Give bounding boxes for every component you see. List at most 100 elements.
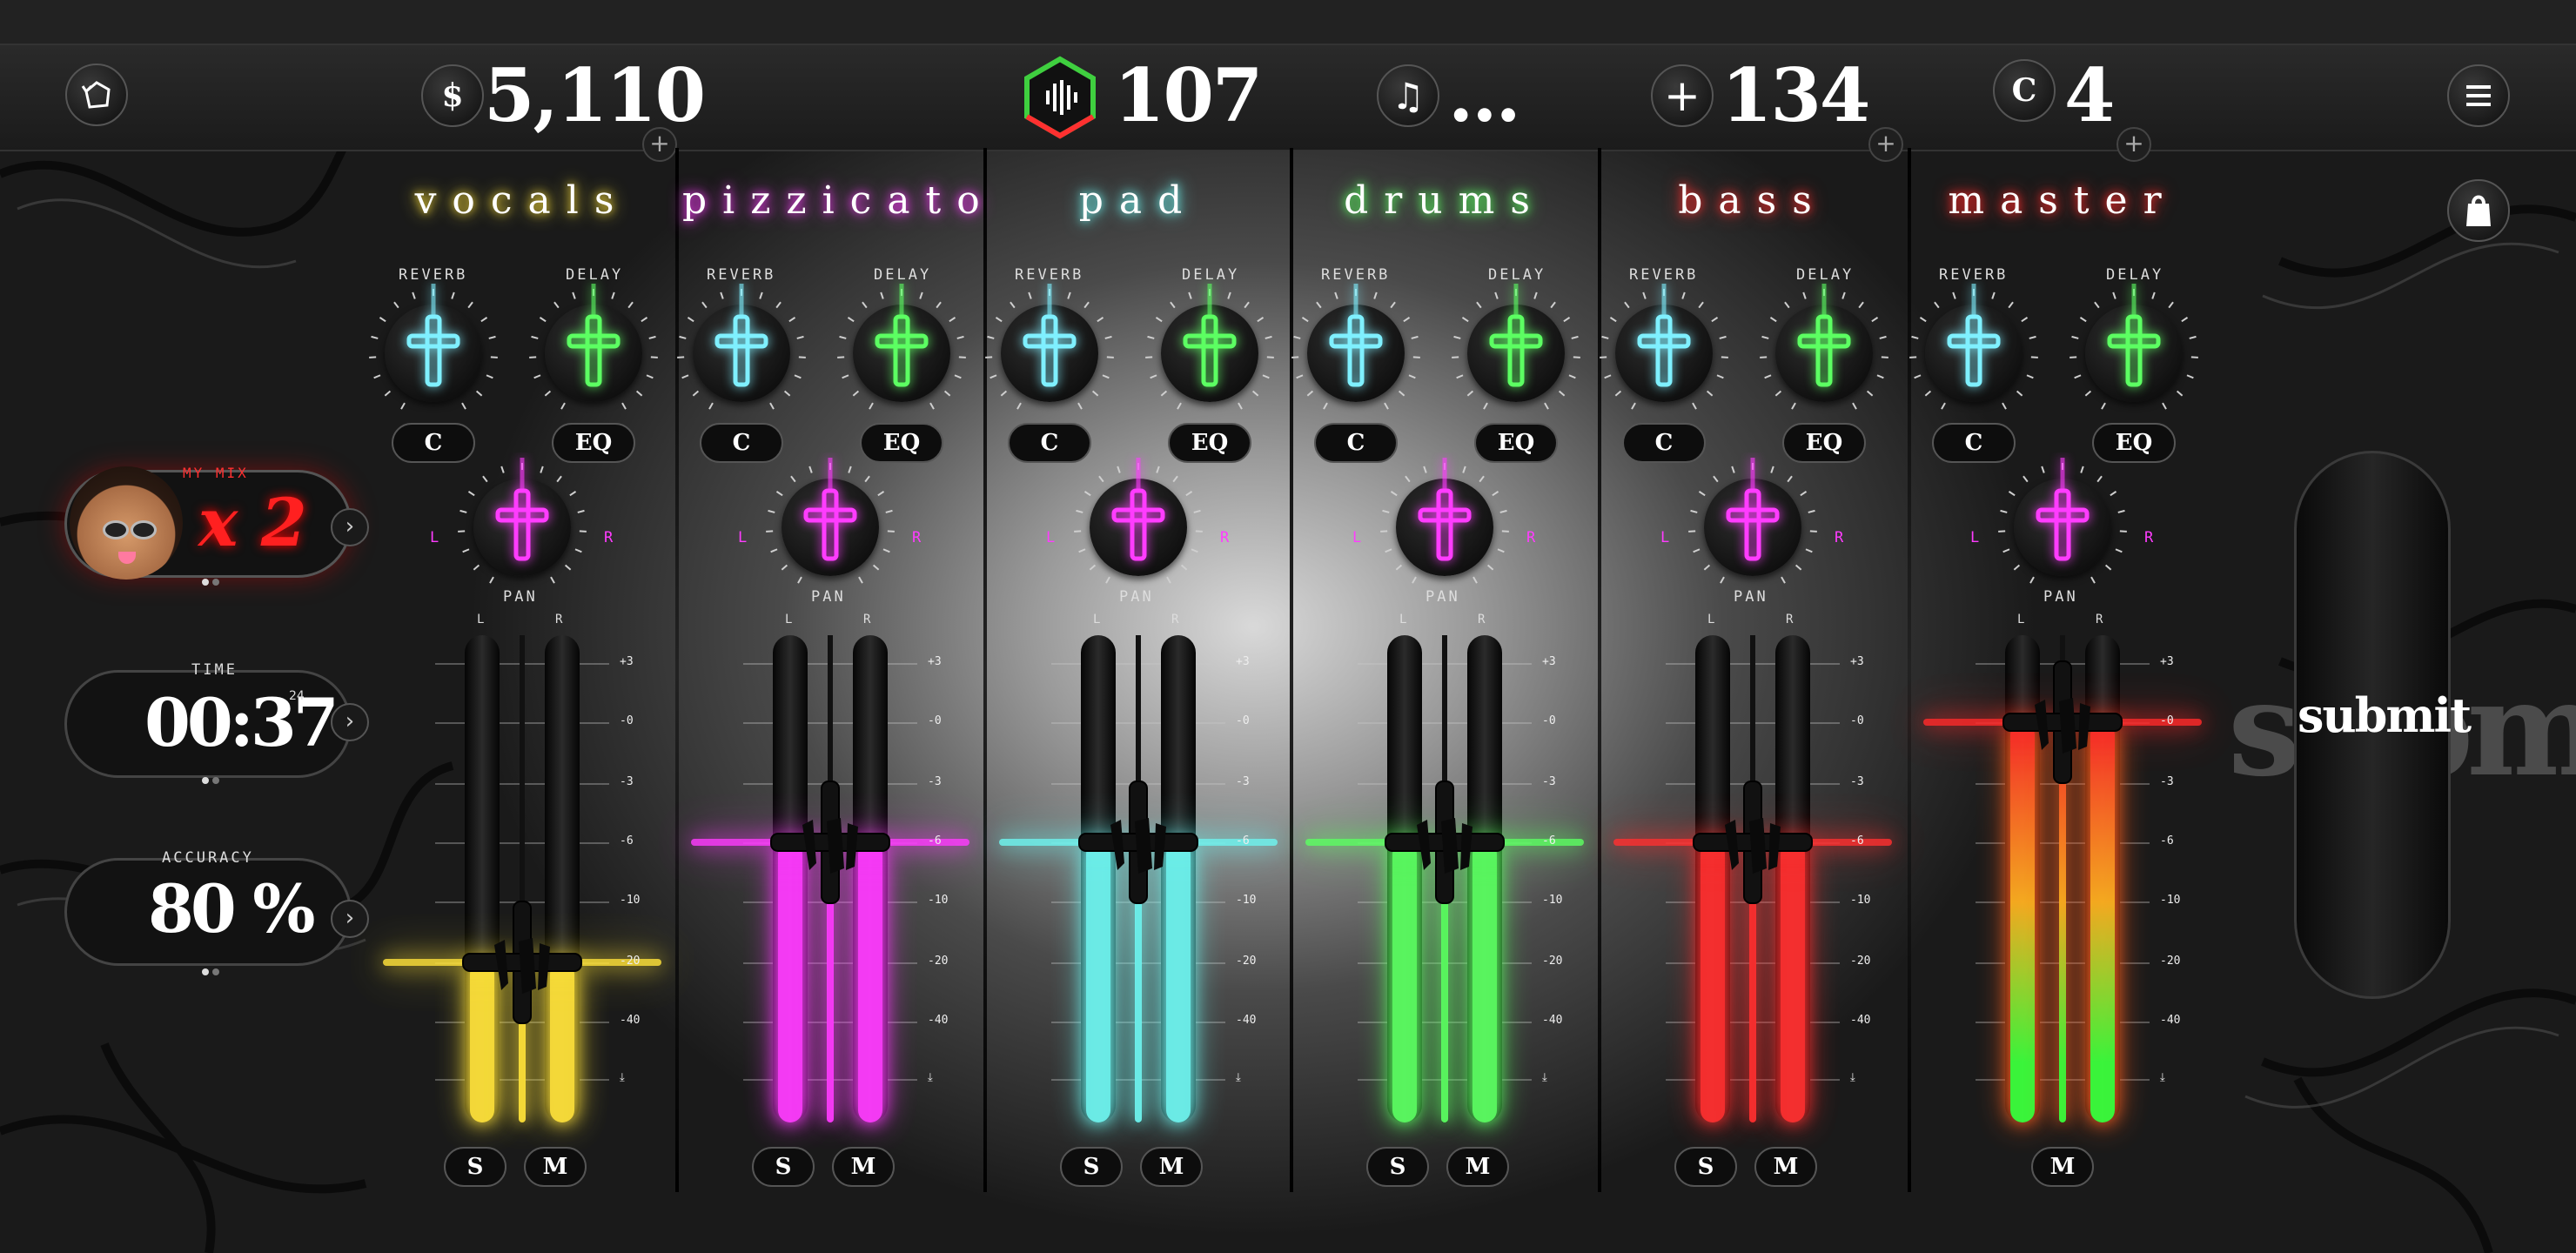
channel-name-bass: bass (1678, 178, 1828, 223)
scale-label: -0 (1850, 714, 1864, 727)
pan-knob[interactable] (766, 458, 895, 584)
scale-label: -0 (2160, 714, 2174, 727)
channel-name-pizzicato: pizzicato (682, 178, 996, 223)
meter-right-label: R (1171, 613, 1182, 626)
reverb-knob[interactable] (985, 284, 1114, 410)
pan-left-label: L (1970, 529, 1982, 546)
scale-label: -6 (1236, 834, 1250, 848)
money-icon: $ (421, 64, 484, 127)
solo-button[interactable]: S (1366, 1147, 1429, 1187)
delay-knob[interactable] (529, 284, 658, 410)
pan-label: PAN (2043, 588, 2078, 606)
reverb-knob[interactable] (1291, 284, 1420, 410)
delay-knob[interactable] (1760, 284, 1888, 410)
delay-knob[interactable] (1452, 284, 1580, 410)
money-value: 5,110 (484, 52, 706, 138)
scale-label: -6 (1542, 834, 1556, 848)
mute-button[interactable]: M (1754, 1147, 1817, 1187)
fader-handle[interactable] (1069, 773, 1208, 912)
pan-left-label: L (430, 529, 442, 546)
accuracy-label: ACCURACY (162, 849, 254, 867)
scale-label: -0 (1542, 714, 1556, 727)
channel-name-drums: drums (1344, 178, 1546, 223)
pan-knob[interactable] (458, 458, 587, 584)
pan-right-label: R (604, 529, 616, 546)
music-note-button[interactable]: ♫ (1377, 64, 1439, 127)
scale-label: -10 (2160, 894, 2181, 907)
mute-button[interactable]: M (2031, 1147, 2094, 1187)
scale-label: +3 (1850, 655, 1864, 668)
top-bar (0, 44, 2576, 151)
scale-label: -40 (1850, 1014, 1871, 1027)
scale-label: -10 (620, 894, 641, 907)
reverb-knob[interactable] (1600, 284, 1728, 410)
add-c-button[interactable]: + (2116, 127, 2151, 162)
delay-knob[interactable] (2070, 284, 2198, 410)
fader-handle[interactable] (1993, 653, 2132, 792)
my-mix-label: MY MIX (183, 465, 249, 481)
fader-handle[interactable] (761, 773, 900, 912)
delay-knob[interactable] (837, 284, 966, 410)
pan-label: PAN (811, 588, 846, 606)
fader-handle[interactable] (1683, 773, 1822, 912)
reverb-knob[interactable] (369, 284, 498, 410)
scale-label: -20 (1542, 955, 1563, 968)
pan-label: PAN (503, 588, 538, 606)
mute-button[interactable]: M (1446, 1147, 1509, 1187)
menu-button[interactable] (2447, 64, 2510, 127)
mix-multiplier: x 2 (198, 484, 307, 561)
add-money-button[interactable]: + (642, 127, 677, 162)
scale-label: -6 (2160, 834, 2174, 848)
accuracy-page-dots (200, 962, 221, 979)
scale-label: ⤓ (620, 1071, 625, 1084)
shop-button[interactable] (2447, 179, 2510, 242)
mute-button[interactable]: M (524, 1147, 587, 1187)
meter-left-label: L (1707, 613, 1718, 626)
solo-button[interactable]: S (752, 1147, 815, 1187)
reverb-knob[interactable] (1909, 284, 2038, 410)
scale-label: -20 (928, 955, 949, 968)
scale-label: ⤓ (1850, 1071, 1855, 1084)
mute-button[interactable]: M (832, 1147, 895, 1187)
song-status: ... (1448, 52, 1521, 138)
fader-handle[interactable] (1375, 773, 1514, 912)
scale-label: -20 (2160, 955, 2181, 968)
avatar (70, 466, 183, 580)
fader-handle[interactable] (453, 893, 592, 1032)
time-superscript: 24 (289, 689, 305, 703)
scale-label: -6 (928, 834, 942, 848)
scale-label: -40 (1542, 1014, 1563, 1027)
scale-label: ⤓ (1236, 1071, 1241, 1084)
meter-right-label: R (863, 613, 874, 626)
add-plus-button[interactable]: + (1868, 127, 1903, 162)
reverb-knob[interactable] (677, 284, 806, 410)
pan-knob[interactable] (1380, 458, 1509, 584)
mix-next-button[interactable]: › (331, 508, 369, 546)
channel-name-pad: pad (1078, 178, 1198, 223)
solo-button[interactable]: S (444, 1147, 506, 1187)
pan-left-label: L (738, 529, 750, 546)
pan-label: PAN (1426, 588, 1460, 606)
plus-icon: + (1651, 64, 1714, 127)
delay-knob[interactable] (1145, 284, 1274, 410)
mute-button[interactable]: M (1140, 1147, 1203, 1187)
solo-button[interactable]: S (1674, 1147, 1737, 1187)
pan-knob[interactable] (1998, 458, 2127, 584)
pan-knob[interactable] (1074, 458, 1203, 584)
accuracy-next-button[interactable]: › (331, 900, 369, 938)
pan-left-label: L (1046, 529, 1058, 546)
scale-label: -3 (1850, 775, 1864, 788)
solo-button[interactable]: S (1060, 1147, 1123, 1187)
scale-label: -3 (928, 775, 942, 788)
back-button[interactable] (65, 64, 128, 126)
scale-label: -10 (1542, 894, 1563, 907)
c-coin-icon: C (1993, 59, 2056, 122)
time-next-button[interactable]: › (331, 703, 369, 741)
meter-left-label: L (2017, 613, 2028, 626)
pan-right-label: R (2144, 529, 2157, 546)
scale-label: ⤓ (1542, 1071, 1547, 1084)
pan-knob[interactable] (1688, 458, 1817, 584)
plus-count: 134 (1721, 52, 1870, 138)
back-icon (81, 81, 111, 109)
scale-label: -0 (1236, 714, 1250, 727)
